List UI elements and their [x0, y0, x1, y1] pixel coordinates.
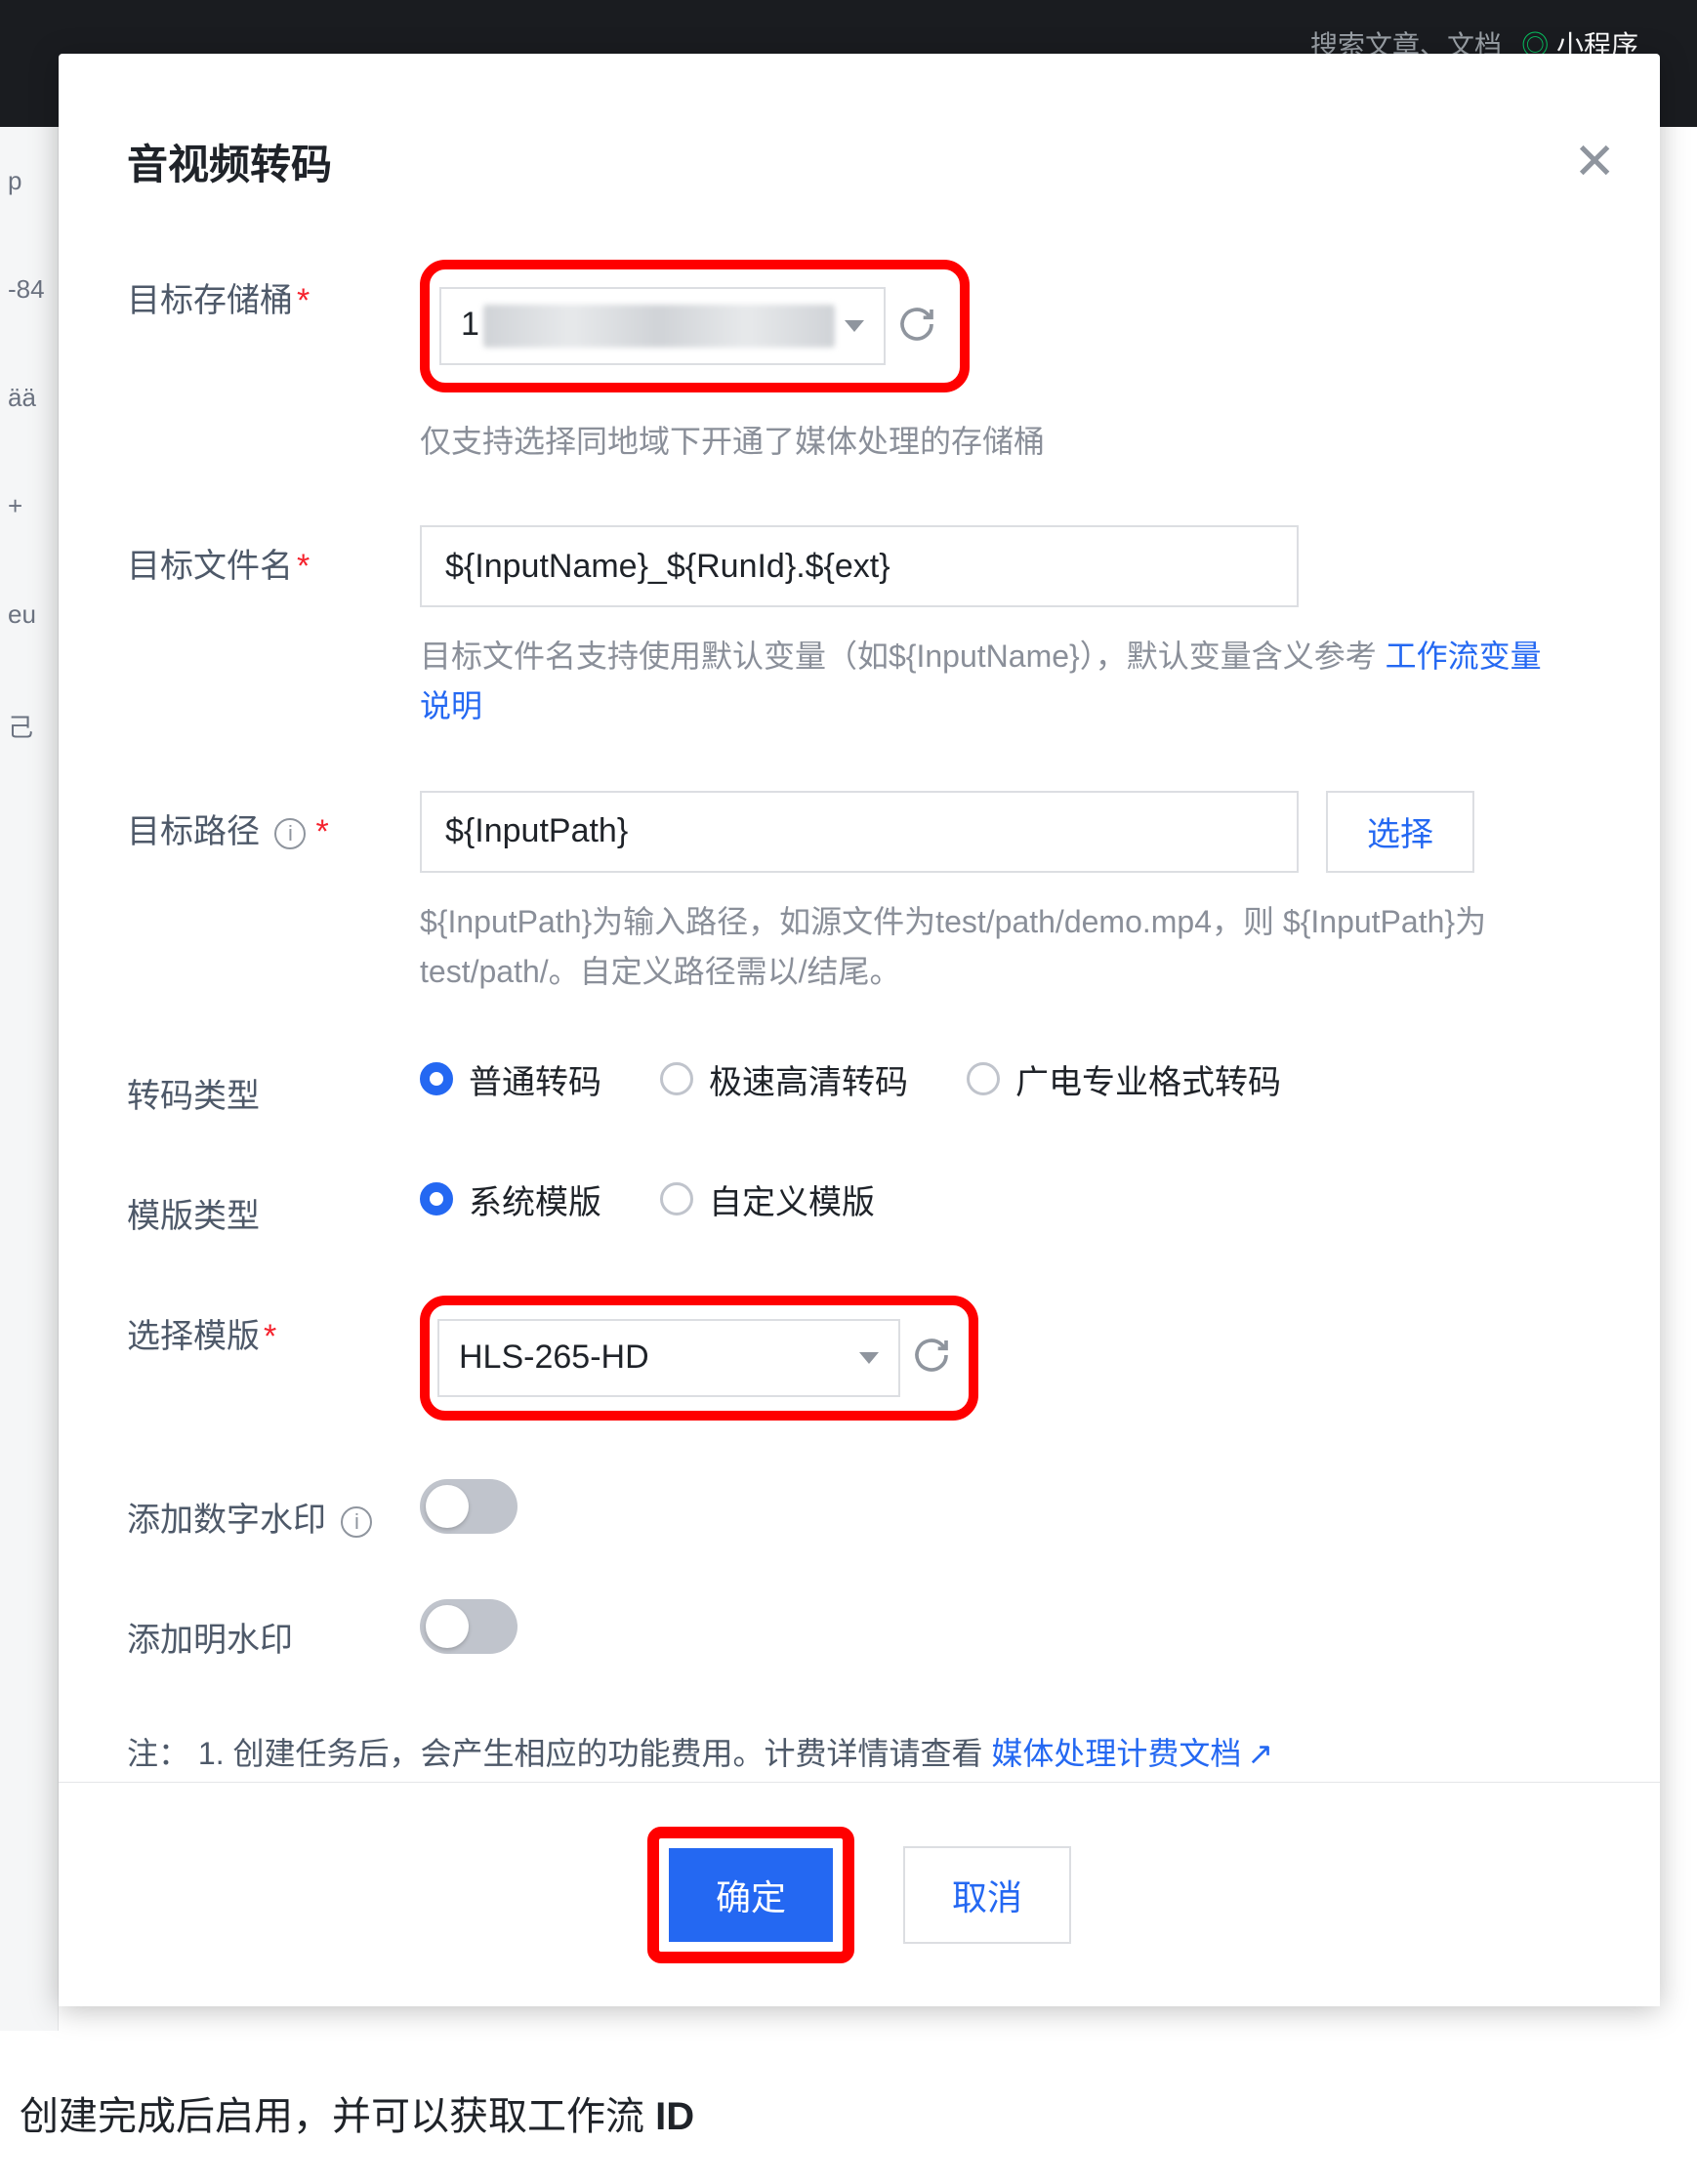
refresh-template-icon[interactable] [912, 1336, 951, 1380]
radio-transcode-normal[interactable]: 普通转码 [420, 1055, 601, 1103]
modal-body-scroll[interactable]: 目标存储桶* 1 [127, 260, 1592, 1841]
toggle-visible-watermark[interactable] [420, 1599, 517, 1654]
redacted-bucket-name [483, 305, 835, 348]
label-visible-watermark: 添加明水印 [127, 1599, 420, 1661]
label-target-filename: 目标文件名* [127, 525, 420, 587]
chevron-down-icon [859, 1352, 879, 1364]
info-icon[interactable]: i [341, 1506, 372, 1538]
info-icon[interactable]: i [274, 818, 306, 849]
help-target-filename: 目标文件名支持使用默认变量（如${InputName}），默认变量含义参考 工作… [420, 632, 1572, 731]
label-digital-watermark: 添加数字水印 i [127, 1479, 420, 1541]
annotation-box-bucket: 1 [420, 260, 970, 392]
refresh-bucket-icon[interactable] [897, 305, 936, 349]
select-path-button[interactable]: 选择 [1326, 791, 1474, 873]
radio-transcode-broadcast[interactable]: 广电专业格式转码 [967, 1055, 1281, 1103]
template-select-value[interactable] [439, 1321, 849, 1395]
label-transcode-type: 转码类型 [127, 1055, 420, 1117]
label-target-path: 目标路径 i* [127, 791, 420, 852]
toggle-digital-watermark[interactable] [420, 1479, 517, 1534]
link-billing-doc[interactable]: 媒体处理计费文档 [991, 1736, 1241, 1771]
radio-template-custom[interactable]: 自定义模版 [660, 1175, 875, 1223]
modal-title: 音视频转码 [127, 132, 1592, 191]
background-left-strip: p -84 ää + eu 己 [0, 127, 59, 2031]
external-link-icon: ↗ [1247, 1736, 1273, 1771]
help-target-path: ${InputPath}为输入路径，如源文件为test/path/demo.mp… [420, 897, 1572, 997]
chevron-down-icon [845, 320, 864, 332]
template-select[interactable] [437, 1319, 900, 1397]
modal-footer: 确定 取消 [59, 1782, 1660, 2006]
radio-group-template-type: 系统模版 自定义模版 [420, 1175, 1572, 1223]
close-icon[interactable]: ✕ [1573, 137, 1616, 187]
radio-group-transcode-type: 普通转码 极速高清转码 广电专业格式转码 [420, 1055, 1572, 1103]
annotation-box-template [420, 1296, 978, 1421]
radio-transcode-hd[interactable]: 极速高清转码 [660, 1055, 908, 1103]
target-filename-input[interactable] [420, 525, 1299, 607]
target-bucket-select[interactable]: 1 [439, 287, 886, 365]
transcode-modal: 音视频转码 ✕ 目标存储桶* 1 [59, 54, 1660, 2006]
confirm-button[interactable]: 确定 [669, 1848, 833, 1942]
radio-template-system[interactable]: 系统模版 [420, 1175, 601, 1223]
label-target-bucket: 目标存储桶* [127, 260, 420, 321]
help-target-bucket: 仅支持选择同地域下开通了媒体处理的存储桶 [420, 417, 1572, 467]
cancel-button[interactable]: 取消 [903, 1846, 1071, 1944]
annotation-box-confirm: 确定 [647, 1827, 854, 1963]
label-select-template: 选择模版* [127, 1296, 420, 1357]
label-template-type: 模版类型 [127, 1175, 420, 1237]
target-path-input[interactable] [420, 791, 1299, 873]
doc-caption-bottom: 创建完成后启用，并可以获取工作流 ID [20, 2084, 694, 2141]
